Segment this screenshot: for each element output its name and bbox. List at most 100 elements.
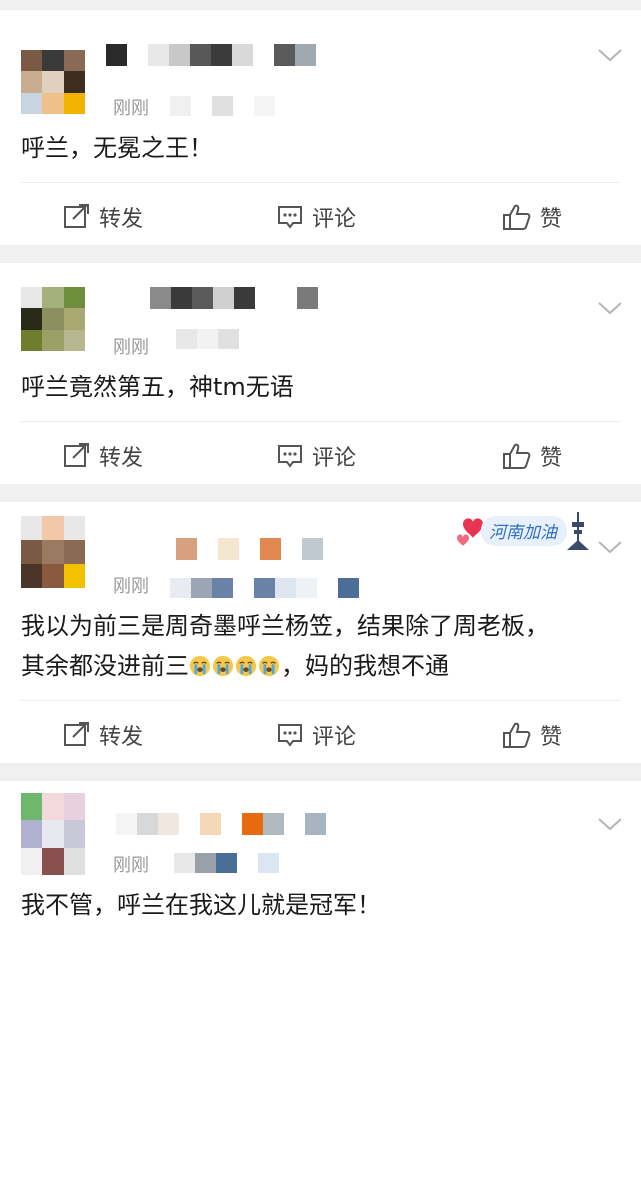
crying-face-icon [189,655,211,677]
comment-header: 刚刚 [0,10,641,128]
username-pixel [263,813,284,835]
avatar-pixel [42,516,64,540]
username-redacted[interactable] [106,44,316,66]
comment-text-fragment: 其余都没进前三 [21,652,189,680]
thumbs-up-icon [503,204,531,230]
comment-button[interactable]: 评论 [276,719,356,751]
username-pixel [127,44,148,66]
source-pixel [197,329,218,349]
username-redacted[interactable] [176,538,323,560]
avatar-pixel [21,793,43,821]
avatar-pixel [42,540,64,564]
avatar-pixel [63,847,85,875]
source-pixel [174,853,195,873]
username-pixel [276,287,297,309]
comment-label: 评论 [312,207,357,232]
avatar[interactable] [21,793,85,875]
username-pixel [200,813,221,835]
crying-emoji-group [189,652,281,680]
comment-text-fragment: ，妈的我想不通 [281,652,449,680]
username-pixel [234,287,255,309]
avatar[interactable] [21,287,85,351]
avatar-pixel [21,71,43,93]
avatar-pixel [42,820,64,848]
username-pixel [302,538,323,560]
thumbs-up-icon [503,722,531,748]
source-redacted [170,578,359,598]
source-pixel [296,578,317,598]
chevron-down-icon[interactable] [597,46,623,64]
source-pixel [170,96,191,116]
avatar-pixel [21,50,43,72]
chevron-down-icon[interactable] [597,299,623,317]
avatar-pixel [42,847,64,875]
like-button[interactable]: 赞 [502,440,562,472]
username-redacted[interactable] [116,813,326,835]
username-pixel [221,813,242,835]
source-pixel [275,578,296,598]
username-redacted[interactable] [150,287,318,309]
comment-text: 呼兰竟然第五，神tm无语 [0,367,641,407]
avatar-pixel [21,564,43,588]
username-pixel [116,813,137,835]
chevron-down-icon[interactable] [597,815,623,833]
avatar-pixel [42,92,64,114]
avatar[interactable] [21,516,85,588]
comment-button[interactable]: 评论 [276,201,356,233]
comment-label: 评论 [312,725,357,750]
like-button[interactable]: 赞 [502,719,562,751]
username-pixel [218,538,239,560]
avatar-pixel [21,516,43,540]
comment-icon [278,206,302,229]
username-pixel [232,44,253,66]
username-pixel [211,44,232,66]
comment-icon [278,445,302,468]
action-bar: 转发 评论 赞 [0,422,641,484]
source-pixel [233,96,254,116]
chevron-down-icon[interactable] [597,538,623,556]
avatar-pixel [42,329,64,351]
action-bar: 转发 评论 赞 [0,701,641,763]
source-pixel [212,578,233,598]
repost-button[interactable]: 转发 [63,201,143,233]
source-pixel [195,853,216,873]
comment-icon [278,724,302,747]
avatar-pixel [63,564,85,588]
username-pixel [137,813,158,835]
username-pixel [197,538,218,560]
henan-badge: 河南加油 [457,512,589,550]
repost-button[interactable]: 转发 [63,440,143,472]
source-redacted [176,329,239,349]
source-pixel [254,578,275,598]
avatar-pixel [42,50,64,72]
source-redacted [174,853,279,873]
comment-card: 刚刚 呼兰，无冕之王！ 转发 评论 赞 [0,10,641,245]
avatar-pixel [42,71,64,93]
avatar[interactable] [21,50,85,114]
avatar-pixel [21,308,43,330]
badge-text: 河南加油 [489,523,559,543]
like-label: 赞 [540,207,563,232]
username-pixel [169,44,190,66]
username-pixel [213,287,234,309]
avatar-pixel [63,516,85,540]
source-pixel [170,578,191,598]
comment-button[interactable]: 评论 [276,440,356,472]
source-pixel [258,853,279,873]
avatar-pixel [42,564,64,588]
avatar-pixel [21,847,43,875]
like-button[interactable]: 赞 [502,201,562,233]
source-pixel [191,96,212,116]
crying-face-icon [258,655,280,677]
comment-text-line: 呼兰，无冕之王！ [21,134,213,162]
comment-text: 呼兰，无冕之王！ [0,128,641,168]
timestamp: 刚刚 [113,98,149,119]
comment-header: 刚刚 河南加油 [0,502,641,606]
avatar-pixel [21,287,43,309]
repost-button[interactable]: 转发 [63,719,143,751]
username-pixel [148,44,169,66]
comment-card: 刚刚 我不管，呼兰在我这儿就是冠军！ [0,781,641,1181]
username-pixel [260,538,281,560]
comment-text: 我不管，呼兰在我这儿就是冠军！ [0,885,641,925]
comment-text-line: 我不管，呼兰在我这儿就是冠军！ [21,891,381,919]
